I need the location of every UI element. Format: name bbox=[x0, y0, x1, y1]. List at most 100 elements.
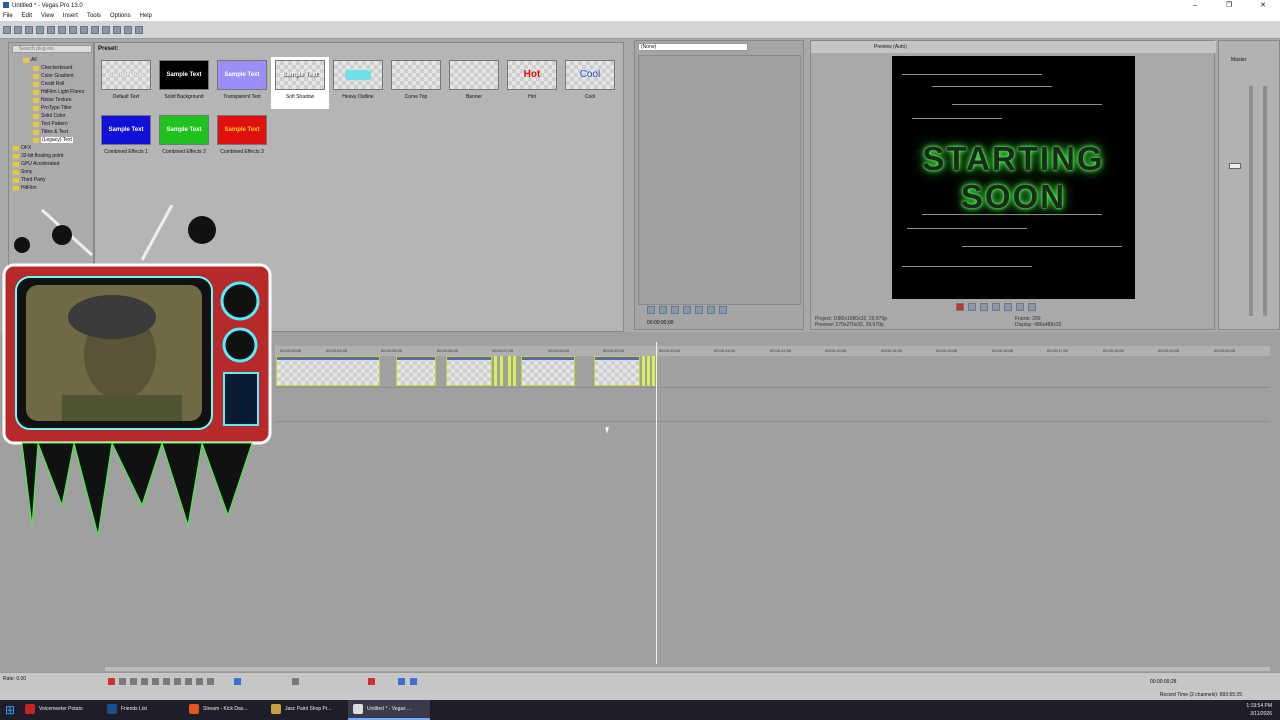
go-to-end-icon[interactable] bbox=[185, 678, 192, 685]
go-to-start-icon[interactable] bbox=[174, 678, 181, 685]
tree-item-hitfilm-light-flares[interactable]: HitFilm Light Flares bbox=[33, 89, 84, 95]
stop-icon[interactable] bbox=[1016, 303, 1024, 311]
trimmer-area[interactable] bbox=[638, 55, 801, 305]
tree-item-titles-text[interactable]: Titles & Text bbox=[33, 129, 68, 135]
redo-icon[interactable] bbox=[113, 25, 121, 34]
undo-icon[interactable] bbox=[102, 25, 110, 34]
loop-icon[interactable] bbox=[119, 678, 126, 685]
playhead-cursor[interactable] bbox=[656, 342, 657, 664]
tree-item-sony[interactable]: Sony bbox=[13, 169, 32, 175]
tree-item-legacy-text[interactable]: (Legacy) Text bbox=[33, 137, 73, 143]
menu-view[interactable]: View bbox=[41, 13, 54, 19]
preset-thumb-default-text[interactable]: Sample Text bbox=[101, 60, 151, 90]
tree-item-noise-texture[interactable]: Noise Texture bbox=[33, 97, 71, 103]
tree-item-protype-titler[interactable]: ProType Titler bbox=[33, 105, 72, 111]
pause-icon[interactable] bbox=[152, 678, 159, 685]
video-clip[interactable] bbox=[594, 356, 640, 386]
open-icon[interactable] bbox=[14, 25, 22, 34]
save-icon[interactable] bbox=[25, 25, 33, 34]
master-fader[interactable] bbox=[1229, 163, 1241, 169]
play-from-start-icon[interactable] bbox=[671, 306, 679, 314]
loop-icon[interactable] bbox=[968, 303, 976, 311]
transition-marker[interactable] bbox=[513, 356, 516, 386]
delete-icon[interactable] bbox=[292, 678, 299, 685]
transition-marker[interactable] bbox=[652, 356, 655, 386]
maximize-button[interactable]: ❐ bbox=[1212, 0, 1246, 11]
stop-icon[interactable] bbox=[163, 678, 170, 685]
save-as-icon[interactable] bbox=[36, 25, 44, 34]
video-clip[interactable] bbox=[521, 356, 575, 386]
loop-icon[interactable] bbox=[647, 306, 655, 314]
timeline-scrollbar[interactable] bbox=[105, 667, 1270, 671]
taskbar-paint-shop-pro[interactable]: Jasc Paint Shop Pr... bbox=[266, 700, 348, 720]
record-icon[interactable] bbox=[956, 303, 964, 311]
taskbar-vegas[interactable]: Untitled * - Vegas ... bbox=[348, 700, 430, 720]
tree-item-all[interactable]: All bbox=[23, 57, 37, 63]
preset-thumb-combined-effects-3[interactable]: Sample Text bbox=[217, 115, 267, 145]
pause-icon[interactable] bbox=[1004, 303, 1012, 311]
menu-options[interactable]: Options bbox=[110, 13, 131, 19]
tree-item-checkerboard[interactable]: Checkerboard bbox=[33, 65, 72, 71]
cut-icon[interactable] bbox=[69, 25, 77, 34]
transition-marker[interactable] bbox=[642, 356, 645, 386]
taskbar-brave-stream[interactable]: Stream - Kick Das... bbox=[184, 700, 266, 720]
close-button[interactable]: ✕ bbox=[1246, 0, 1280, 11]
plugin-search-input[interactable]: Search plug-ins bbox=[12, 45, 92, 53]
preset-thumb-cool[interactable]: Cool bbox=[565, 60, 615, 90]
transition-marker[interactable] bbox=[500, 356, 503, 386]
prev-frame-icon[interactable] bbox=[196, 678, 203, 685]
trimmer-media-select[interactable]: (None) bbox=[638, 43, 748, 51]
menu-help[interactable]: Help bbox=[140, 13, 152, 19]
next-frame-icon[interactable] bbox=[207, 678, 214, 685]
prev-frame-icon[interactable] bbox=[707, 306, 715, 314]
minimize-button[interactable]: – bbox=[1178, 0, 1212, 11]
preset-thumb-transparent-text[interactable]: Sample Text bbox=[217, 60, 267, 90]
video-clip[interactable] bbox=[446, 356, 492, 386]
taskbar-voicemeeter[interactable]: Voicemeeter Potato bbox=[20, 700, 102, 720]
video-track-2[interactable] bbox=[275, 388, 1270, 422]
marker-icon[interactable] bbox=[368, 678, 375, 685]
new-project-icon[interactable] bbox=[3, 25, 11, 34]
preset-thumb-curve-top[interactable] bbox=[391, 60, 441, 90]
tree-item-credit-roll[interactable]: Credit Roll bbox=[33, 81, 64, 87]
play-from-start-icon[interactable] bbox=[130, 678, 137, 685]
tree-item-32bit-floating-point[interactable]: 32-bit floating point bbox=[13, 153, 63, 159]
preset-thumb-hot[interactable]: Hot bbox=[507, 60, 557, 90]
system-clock[interactable]: 1:19:54 PM 3/11/2026 bbox=[1246, 702, 1272, 718]
edit-tool-icon[interactable] bbox=[124, 25, 132, 34]
menu-edit[interactable]: Edit bbox=[22, 13, 32, 19]
menu-file[interactable]: File bbox=[3, 13, 13, 19]
snapping-icon[interactable] bbox=[398, 678, 405, 685]
preset-thumb-solid-background[interactable]: Sample Text bbox=[159, 60, 209, 90]
play-icon[interactable] bbox=[980, 303, 988, 311]
copy-icon[interactable] bbox=[80, 25, 88, 34]
transition-marker[interactable] bbox=[508, 356, 511, 386]
windows-start-icon[interactable]: ⊞ bbox=[0, 700, 20, 720]
menu-tools[interactable]: Tools bbox=[87, 13, 101, 19]
auto-crossfade-icon[interactable] bbox=[410, 678, 417, 685]
tree-item-third-party[interactable]: Third Party bbox=[13, 177, 45, 183]
preset-thumb-soft-shadow[interactable]: Sample Text bbox=[275, 60, 325, 90]
preset-thumb-combined-effects-2[interactable]: Sample Text bbox=[159, 115, 209, 145]
taskbar-friends-list[interactable]: Friends List bbox=[102, 700, 184, 720]
render-icon[interactable] bbox=[47, 25, 55, 34]
properties-icon[interactable] bbox=[58, 25, 66, 34]
normal-edit-tool-icon[interactable] bbox=[234, 678, 241, 685]
tree-item-test-pattern[interactable]: Test Pattern bbox=[33, 121, 68, 127]
stop-icon[interactable] bbox=[695, 306, 703, 314]
tree-item-gpu-accelerated[interactable]: GPU Accelerated bbox=[13, 161, 59, 167]
help-icon[interactable] bbox=[135, 25, 143, 34]
play-icon[interactable] bbox=[141, 678, 148, 685]
transition-marker[interactable] bbox=[647, 356, 650, 386]
preset-thumb-heavy-outline[interactable] bbox=[333, 60, 383, 90]
menu-insert[interactable]: Insert bbox=[63, 13, 78, 19]
play-icon[interactable] bbox=[659, 306, 667, 314]
video-clip[interactable] bbox=[276, 356, 380, 386]
tree-item-color-gradient[interactable]: Color Gradient bbox=[33, 73, 74, 79]
tree-item-hitfilm[interactable]: HitFilm bbox=[13, 185, 37, 191]
record-icon[interactable] bbox=[108, 678, 115, 685]
tree-item-ofx[interactable]: OFX bbox=[13, 145, 31, 151]
prev-frame-icon[interactable] bbox=[1028, 303, 1036, 311]
preset-thumb-banner[interactable] bbox=[449, 60, 499, 90]
play-from-start-icon[interactable] bbox=[992, 303, 1000, 311]
